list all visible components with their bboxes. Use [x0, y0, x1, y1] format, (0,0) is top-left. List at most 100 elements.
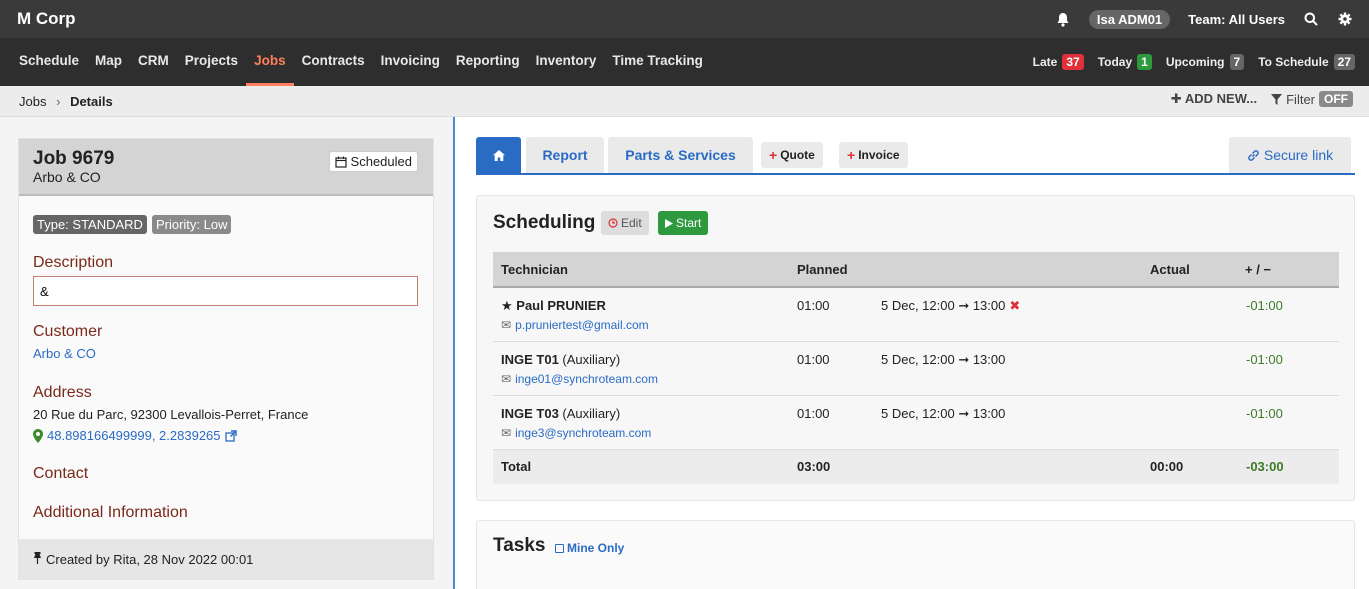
nav-invoicing[interactable]: Invoicing	[373, 38, 448, 86]
start-button[interactable]: Start	[658, 211, 709, 235]
customer-link[interactable]: Arbo & CO	[33, 346, 96, 361]
total-diff: -03:00	[1246, 459, 1284, 474]
nav-crm[interactable]: CRM	[130, 38, 177, 86]
search-icon[interactable]	[1303, 11, 1319, 27]
total-actual: 00:00	[1150, 459, 1184, 474]
col-actual: Actual	[1150, 262, 1190, 277]
technician-email-text: inge3@synchroteam.com	[515, 426, 652, 440]
gear-icon[interactable]	[1337, 11, 1353, 27]
user-menu[interactable]: Isa ADM01	[1088, 9, 1171, 29]
total-row: Total 03:00 00:00 -03:00	[493, 450, 1339, 484]
description-label: Description	[33, 254, 114, 271]
filter-toggle[interactable]: Filter OFF	[1271, 91, 1353, 107]
quote-label: Quote	[780, 148, 815, 162]
table-header: Technician Planned Actual + / −	[493, 252, 1339, 288]
today-count[interactable]: Today 1	[1098, 54, 1152, 70]
add-quote-button[interactable]: + Quote	[761, 142, 823, 168]
nav-schedule[interactable]: Schedule	[11, 38, 87, 86]
job-header: Job 9679 Arbo & CO Scheduled	[19, 139, 433, 196]
nav-projects[interactable]: Projects	[177, 38, 246, 86]
chevron-right-icon: ›	[56, 94, 61, 109]
nav-inventory[interactable]: Inventory	[528, 38, 605, 86]
tab-report[interactable]: Report	[526, 137, 604, 173]
nav-reporting[interactable]: Reporting	[448, 38, 528, 86]
upcoming-badge: 7	[1229, 54, 1245, 70]
contact-label: Contact	[33, 465, 89, 482]
planned-duration: 01:00	[797, 298, 830, 313]
table-row: INGE T01 (Auxiliary) ✉ inge01@synchroteam…	[493, 342, 1339, 396]
nav-jobs[interactable]: Jobs	[246, 38, 294, 86]
secure-link-label: Secure link	[1263, 147, 1334, 163]
coordinates-link[interactable]: 48.898166499999, 2.2839265	[33, 428, 237, 443]
total-label: Total	[501, 459, 532, 474]
filter-icon	[1271, 93, 1283, 105]
breadcrumb-current: Details	[70, 94, 113, 109]
envelope-icon: ✉	[501, 372, 512, 386]
created-text: Created by Rita, 28 Nov 2022 00:01	[46, 551, 254, 567]
address-text: 20 Rue du Parc, 92300 Levallois-Perret, …	[33, 407, 309, 422]
bell-icon[interactable]	[1055, 11, 1071, 27]
breadcrumb-bar: Jobs › Details ✚ ADD NEW... Filter OFF	[0, 86, 1369, 117]
invoice-label: Invoice	[858, 148, 900, 162]
edit-button[interactable]: Edit	[601, 211, 649, 235]
start-label: Start	[676, 216, 702, 230]
home-icon	[492, 149, 505, 161]
col-diff: + / −	[1245, 262, 1272, 277]
top-bar: M Corp Isa ADM01 Team: All Users	[0, 0, 1369, 38]
tab-parts-services[interactable]: Parts & Services	[608, 137, 753, 173]
scheduling-title: Scheduling	[493, 212, 596, 233]
brand-name[interactable]: M Corp	[17, 9, 76, 29]
technician-email[interactable]: ✉ inge01@synchroteam.com	[501, 372, 658, 386]
technician-name: INGE T03 (Auxiliary)	[501, 406, 620, 421]
secure-link-button[interactable]: Secure link	[1229, 137, 1351, 173]
technician-email-text: p.pruniertest@gmail.com	[515, 318, 649, 332]
tab-home[interactable]	[476, 137, 521, 173]
total-planned: 03:00	[797, 459, 831, 474]
play-icon	[665, 218, 673, 228]
checkbox-icon	[555, 543, 564, 553]
add-invoice-button[interactable]: + Invoice	[839, 142, 908, 168]
technician-email[interactable]: ✉ p.pruniertest@gmail.com	[501, 318, 649, 332]
late-count[interactable]: Late 37	[1033, 54, 1084, 70]
remove-x-icon[interactable]: ✖	[1009, 298, 1020, 314]
address-label: Address	[33, 384, 92, 401]
plus-icon: +	[847, 147, 856, 163]
breadcrumb-jobs[interactable]: Jobs	[19, 94, 46, 109]
technician-email[interactable]: ✉ inge3@synchroteam.com	[501, 426, 651, 440]
team-selector[interactable]: Team: All Users	[1188, 12, 1285, 27]
to-schedule-label: To Schedule	[1258, 55, 1329, 69]
nav-map[interactable]: Map	[87, 38, 130, 86]
clock-icon	[608, 218, 618, 228]
envelope-icon: ✉	[501, 426, 512, 440]
breadcrumb: Jobs › Details	[19, 94, 113, 109]
add-new-label: ADD NEW...	[1184, 91, 1258, 106]
time-diff: -01:00	[1246, 298, 1283, 313]
coordinates-text: 48.898166499999, 2.2839265	[47, 428, 221, 443]
plus-icon: +	[769, 147, 778, 163]
edit-label: Edit	[621, 216, 642, 230]
technician-name-text: INGE T01	[501, 352, 559, 367]
add-new-button[interactable]: ✚ ADD NEW...	[1171, 91, 1257, 107]
table-row: ★ Paul PRUNIER ✉ p.pruniertest@gmail.com …	[493, 288, 1339, 342]
to-schedule-count[interactable]: To Schedule 27	[1258, 54, 1355, 70]
nav-time-tracking[interactable]: Time Tracking	[604, 38, 711, 86]
job-card: Job 9679 Arbo & CO Scheduled Type: STAND…	[18, 138, 434, 580]
planned-range: 5 Dec, 12:00 ➞ 13:00	[881, 352, 1006, 367]
today-badge: 1	[1137, 54, 1152, 70]
status-label: Scheduled	[350, 154, 412, 169]
planned-duration: 01:00	[797, 352, 830, 367]
calendar-icon	[334, 156, 347, 168]
description-field[interactable]	[33, 276, 418, 306]
plus-icon: ✚	[1170, 91, 1185, 106]
nav-contracts[interactable]: Contracts	[294, 38, 373, 86]
type-tag: Type: STANDARD	[33, 215, 147, 234]
job-customer-name: Arbo & CO	[33, 169, 101, 185]
job-title: Job 9679	[33, 148, 115, 169]
envelope-icon: ✉	[501, 318, 512, 332]
upcoming-count[interactable]: Upcoming 7	[1165, 54, 1245, 70]
mine-only-toggle[interactable]: Mine Only	[555, 541, 624, 555]
upcoming-label: Upcoming	[1165, 55, 1225, 69]
filter-state-badge: OFF	[1319, 91, 1353, 107]
planned-duration: 01:00	[797, 406, 830, 421]
mine-only-label: Mine Only	[567, 541, 625, 555]
